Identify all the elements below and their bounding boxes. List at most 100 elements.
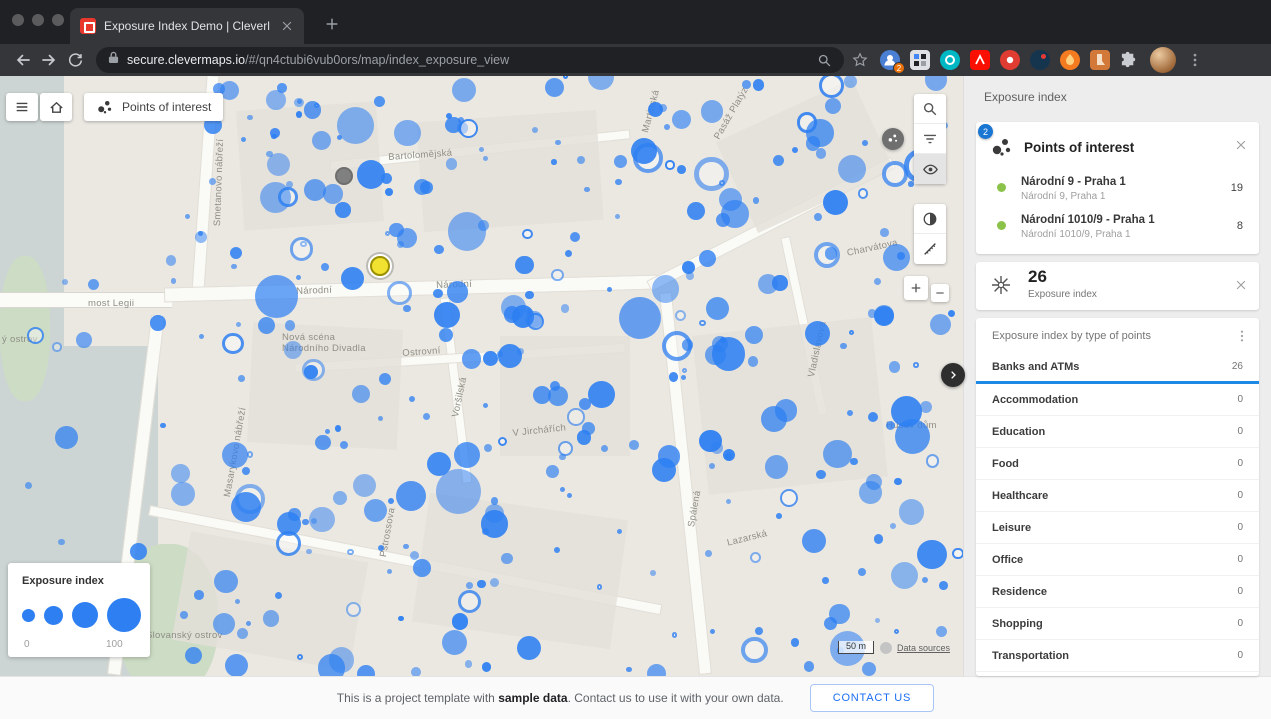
extension-icon-3[interactable] (940, 50, 960, 70)
map-bubble[interactable] (822, 577, 828, 583)
map-bubble[interactable] (588, 381, 615, 408)
map-bubble[interactable] (335, 202, 351, 218)
map-bubble[interactable] (231, 264, 236, 269)
map-bubble[interactable] (483, 403, 488, 408)
map-bubble[interactable] (913, 362, 919, 368)
map-bubble[interactable] (236, 322, 242, 328)
map-bubble[interactable] (171, 278, 177, 284)
map-bubble[interactable] (745, 326, 763, 344)
omnibox-search-icon[interactable] (817, 53, 832, 68)
map-bubble[interactable] (294, 98, 303, 107)
map-bubble[interactable] (525, 311, 543, 329)
map-bubble[interactable] (52, 342, 61, 351)
breakdown-row[interactable]: Food0 (976, 448, 1259, 480)
map-bubble[interactable] (862, 662, 877, 676)
map-bubble[interactable] (214, 570, 237, 593)
attribution-toggle[interactable] (880, 642, 892, 654)
map-bubble[interactable] (858, 568, 866, 576)
map-bubble[interactable] (672, 632, 677, 637)
zoom-out-button[interactable] (931, 284, 949, 302)
map-bubble[interactable] (398, 616, 404, 622)
map-bubble[interactable] (880, 228, 889, 237)
map-bubble[interactable] (466, 582, 472, 588)
map-bubble[interactable] (561, 304, 570, 313)
map-bubble[interactable] (570, 232, 580, 242)
map-bubble[interactable] (773, 155, 784, 166)
breakdown-row[interactable]: Shopping0 (976, 608, 1259, 640)
map-bubble[interactable] (677, 165, 686, 174)
map-bubble[interactable] (306, 549, 312, 555)
map-bubble[interactable] (452, 613, 468, 629)
map-bubble[interactable] (370, 256, 390, 276)
map-bubble[interactable] (312, 131, 331, 150)
map-bubble[interactable] (385, 188, 393, 196)
map-bubble[interactable] (267, 153, 290, 176)
tab-close-icon[interactable] (280, 19, 294, 33)
breakdown-row[interactable]: Education0 (976, 416, 1259, 448)
map-filter-button[interactable] (914, 124, 946, 154)
map-bubble[interactable] (517, 636, 541, 660)
map-bubble[interactable] (413, 559, 431, 577)
map-canvas[interactable]: most LegiiNárodníNárodníSmetanovo nábřež… (0, 76, 963, 676)
map-bubble[interactable] (849, 330, 854, 335)
map-bubble[interactable] (563, 76, 568, 79)
map-bubble[interactable] (448, 212, 487, 251)
map-bubble[interactable] (297, 654, 303, 660)
map-bubble[interactable] (838, 155, 866, 183)
map-bubble[interactable] (750, 552, 761, 563)
map-bubble[interactable] (318, 654, 346, 676)
map-bubble[interactable] (25, 482, 32, 489)
map-bubble[interactable] (194, 590, 204, 600)
map-bubble[interactable] (765, 455, 789, 479)
map-bubble[interactable] (195, 231, 207, 243)
map-bubble[interactable] (780, 489, 799, 508)
map-bubble[interactable] (533, 386, 551, 404)
map-bubble[interactable] (588, 76, 615, 90)
breakdown-row[interactable]: Residence0 (976, 576, 1259, 608)
map-bubble[interactable] (411, 667, 421, 676)
map-bubble[interactable] (409, 396, 415, 402)
map-bubble[interactable] (290, 237, 313, 260)
map-bubble[interactable] (296, 111, 302, 117)
map-bubble[interactable] (699, 250, 716, 267)
map-bubble[interactable] (926, 454, 940, 468)
map-bubble[interactable] (185, 647, 203, 665)
poi-list-item[interactable]: Národní 9 - Praha 1 Národní 9, Praha 1 1… (976, 174, 1259, 210)
map-bubble[interactable] (62, 279, 68, 285)
map-bubble[interactable] (866, 474, 882, 490)
map-bubble[interactable] (546, 465, 559, 478)
map-bubble[interactable] (875, 618, 880, 623)
map-bubble[interactable] (255, 275, 298, 318)
map-bubble[interactable] (501, 553, 512, 564)
map-bubble[interactable] (258, 317, 275, 334)
kebab-menu-icon[interactable] (1233, 327, 1251, 345)
map-bubble[interactable] (482, 662, 491, 671)
map-bubble[interactable] (823, 440, 852, 469)
map-bubble[interactable] (285, 320, 296, 331)
map-bubble[interactable] (791, 638, 800, 647)
map-bubble[interactable] (560, 487, 565, 492)
map-bubble[interactable] (824, 617, 837, 630)
panel-collapse-button[interactable] (941, 363, 965, 387)
map-bubble[interactable] (874, 305, 894, 325)
map-bubble[interactable] (315, 435, 331, 451)
map-bubble[interactable] (498, 437, 507, 446)
map-bubble[interactable] (712, 337, 746, 371)
map-bubble[interactable] (325, 429, 330, 434)
map-bubble[interactable] (483, 351, 498, 366)
map-bubble[interactable] (458, 590, 481, 613)
breakdown-row[interactable]: Banks and ATMs26 (976, 352, 1259, 384)
map-bubble[interactable] (554, 547, 560, 553)
map-bubble[interactable] (577, 156, 585, 164)
map-bubble[interactable] (862, 140, 868, 146)
map-bubble[interactable] (776, 513, 782, 519)
map-bubble[interactable] (209, 178, 216, 185)
map-bubble[interactable] (166, 255, 177, 266)
breakdown-row[interactable]: Accommodation0 (976, 384, 1259, 416)
map-bubble[interactable] (309, 507, 335, 533)
map-bubble[interactable] (525, 291, 534, 300)
close-icon[interactable] (1231, 135, 1251, 155)
map-bubble[interactable] (748, 356, 759, 367)
map-bubble[interactable] (454, 442, 480, 468)
map-bubble[interactable] (601, 445, 609, 453)
